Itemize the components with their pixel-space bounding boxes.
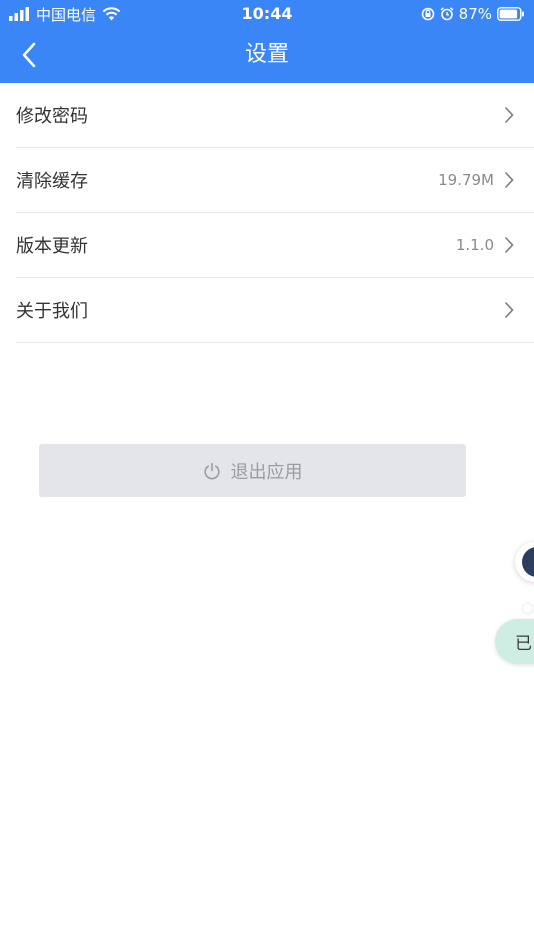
header-bar: 中国电信 10:44 87% 设置 — [0, 0, 534, 83]
avatar — [522, 547, 534, 577]
item-label: 版本更新 — [16, 236, 88, 257]
floating-assistant-avatar[interactable] — [515, 542, 534, 582]
item-label: 修改密码 — [16, 106, 88, 127]
settings-item-version-update[interactable]: 版本更新 1.1.0 — [16, 213, 534, 278]
floating-indicator-dot — [523, 604, 532, 613]
settings-item-about-us[interactable]: 关于我们 — [16, 278, 534, 343]
battery-icon — [497, 7, 524, 21]
battery-percent: 87% — [458, 5, 492, 23]
alarm-icon — [440, 7, 454, 21]
item-label: 关于我们 — [16, 301, 88, 322]
page-title: 设置 — [244, 42, 289, 67]
floating-badge-text: 已 — [515, 634, 532, 654]
logout-label: 退出应用 — [230, 461, 303, 483]
cache-size-value: 19.79M — [438, 171, 494, 189]
version-value: 1.1.0 — [455, 236, 494, 254]
chevron-right-icon — [504, 301, 514, 319]
settings-item-clear-cache[interactable]: 清除缓存 19.79M — [16, 148, 534, 213]
chevron-right-icon — [504, 236, 514, 254]
chevron-right-icon — [504, 106, 514, 124]
power-icon — [203, 462, 220, 479]
chevron-right-icon — [504, 171, 514, 189]
floating-status-badge[interactable]: 已 — [495, 619, 534, 664]
status-bar-right: 87% — [421, 4, 525, 24]
status-bar: 中国电信 10:44 87% — [0, 0, 534, 28]
logout-button[interactable]: 退出应用 — [39, 444, 466, 497]
settings-list: 修改密码 清除缓存 19.79M 版本更新 1.1.0 关于我们 — [0, 83, 534, 343]
item-label: 清除缓存 — [16, 171, 88, 192]
settings-item-change-password[interactable]: 修改密码 — [16, 83, 534, 148]
rotation-lock-icon — [421, 7, 434, 21]
